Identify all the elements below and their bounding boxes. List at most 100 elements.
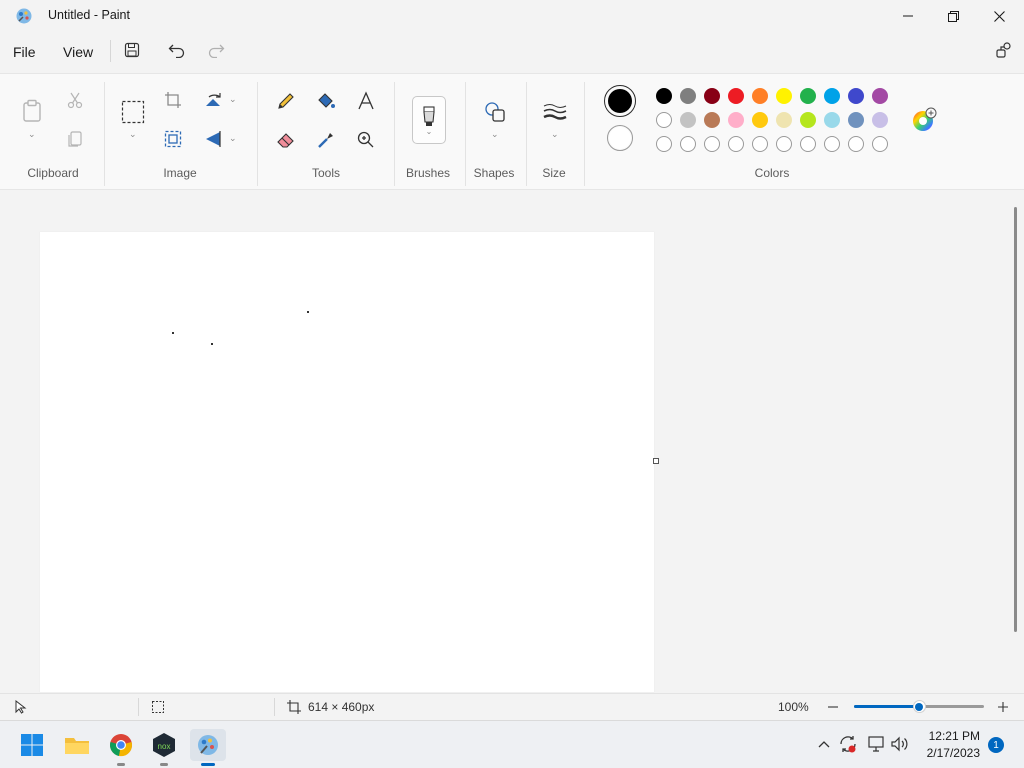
crop-icon[interactable]: [163, 90, 183, 110]
clock-time[interactable]: 12:21 PM: [920, 729, 980, 743]
sync-icon[interactable]: [838, 734, 858, 754]
edit-colors-icon[interactable]: [911, 107, 937, 133]
color-swatch[interactable]: [800, 88, 816, 104]
vertical-scrollbar[interactable]: [1014, 207, 1017, 632]
eraser-icon[interactable]: [275, 129, 297, 151]
color-swatch[interactable]: [656, 88, 672, 104]
resize-icon[interactable]: [163, 129, 183, 149]
view-menu[interactable]: View: [63, 44, 93, 60]
zoom-slider[interactable]: [854, 700, 984, 713]
color-swatch[interactable]: [728, 112, 744, 128]
rotate-icon[interactable]: [203, 90, 225, 110]
custom-color-slot[interactable]: [728, 136, 744, 152]
custom-color-slot[interactable]: [848, 136, 864, 152]
shapes-icon[interactable]: [483, 100, 507, 124]
share-button[interactable]: [994, 40, 1014, 60]
active-indicator: [201, 763, 215, 766]
color-swatch[interactable]: [872, 88, 888, 104]
secondary-color-button[interactable]: [607, 125, 633, 151]
flip-icon[interactable]: [203, 129, 225, 149]
window-title: Untitled - Paint: [48, 8, 130, 22]
custom-color-slot[interactable]: [872, 136, 888, 152]
canvas-resize-handle[interactable]: [653, 458, 659, 464]
maximize-button[interactable]: [930, 0, 976, 32]
running-indicator: [117, 763, 125, 766]
drawing-canvas[interactable]: [40, 232, 654, 692]
status-bar: 614 × 460px 100%: [0, 693, 1024, 720]
canvas-size-text: 614 × 460px: [308, 700, 375, 714]
line-size-icon[interactable]: [542, 101, 568, 123]
color-swatch[interactable]: [752, 112, 768, 128]
copy-icon[interactable]: [65, 129, 85, 149]
redo-icon: [208, 44, 225, 58]
fill-bucket-icon[interactable]: [315, 90, 337, 112]
ribbon-divider: [584, 82, 585, 186]
custom-color-slot[interactable]: [824, 136, 840, 152]
custom-color-slot[interactable]: [704, 136, 720, 152]
primary-color-button[interactable]: [604, 85, 636, 117]
color-swatch[interactable]: [776, 88, 792, 104]
color-swatch[interactable]: [656, 112, 672, 128]
undo-button[interactable]: [167, 40, 187, 60]
pointer-icon: [15, 699, 27, 717]
color-swatch[interactable]: [824, 88, 840, 104]
flip-dropdown-chevron-icon[interactable]: ⌄: [229, 133, 237, 144]
file-explorer-icon[interactable]: [59, 729, 95, 761]
chevron-up-icon[interactable]: [816, 735, 832, 753]
color-swatch[interactable]: [872, 112, 888, 128]
color-swatch[interactable]: [752, 88, 768, 104]
custom-color-slot[interactable]: [800, 136, 816, 152]
custom-color-slot[interactable]: [752, 136, 768, 152]
network-icon[interactable]: [866, 735, 886, 753]
magnifier-icon[interactable]: [355, 129, 377, 151]
color-swatch[interactable]: [848, 88, 864, 104]
color-swatch[interactable]: [680, 112, 696, 128]
zoom-in-button[interactable]: [996, 698, 1010, 716]
select-rectangle-icon[interactable]: [120, 99, 146, 125]
color-swatch[interactable]: [704, 88, 720, 104]
clock-date[interactable]: 2/17/2023: [916, 746, 980, 760]
save-icon: [124, 42, 140, 58]
title-bar: Untitled - Paint: [0, 0, 1024, 32]
notification-badge[interactable]: 1: [988, 737, 1004, 753]
zoom-level-text: 100%: [778, 700, 809, 714]
color-swatch[interactable]: [704, 112, 720, 128]
maximize-icon: [947, 10, 959, 22]
shapes-group-label: Shapes: [473, 166, 515, 180]
text-icon[interactable]: [355, 90, 377, 112]
custom-color-slot[interactable]: [776, 136, 792, 152]
custom-color-slot[interactable]: [656, 136, 672, 152]
paste-dropdown-chevron-icon[interactable]: ⌄: [28, 129, 36, 140]
color-swatch[interactable]: [680, 88, 696, 104]
select-dropdown-chevron-icon[interactable]: ⌄: [129, 129, 137, 140]
volume-icon[interactable]: [890, 735, 910, 753]
save-button[interactable]: [122, 40, 142, 60]
color-swatch[interactable]: [800, 112, 816, 128]
size-group-label: Size: [542, 166, 566, 180]
zoom-out-button[interactable]: [826, 698, 840, 716]
chrome-icon[interactable]: [103, 729, 139, 766]
custom-color-slot[interactable]: [680, 136, 696, 152]
color-swatch[interactable]: [776, 112, 792, 128]
status-divider: [138, 698, 139, 716]
redo-button[interactable]: [206, 40, 226, 60]
color-swatch[interactable]: [824, 112, 840, 128]
ribbon-divider: [104, 82, 105, 186]
paint-icon[interactable]: [190, 729, 226, 766]
pencil-icon[interactable]: [275, 90, 297, 112]
windows-start-icon[interactable]: [14, 729, 50, 761]
minimize-button[interactable]: [885, 0, 931, 32]
rotate-dropdown-chevron-icon[interactable]: ⌄: [229, 94, 237, 105]
color-picker-icon[interactable]: [315, 129, 337, 151]
close-button[interactable]: [976, 0, 1022, 32]
color-swatch[interactable]: [728, 88, 744, 104]
color-swatch[interactable]: [848, 112, 864, 128]
nox-player-icon[interactable]: nox: [146, 729, 182, 766]
zoom-slider-thumb[interactable]: [912, 700, 926, 713]
cut-icon[interactable]: [65, 90, 85, 110]
brush-icon[interactable]: ⌄: [412, 96, 446, 144]
size-dropdown-chevron-icon[interactable]: ⌄: [551, 129, 559, 140]
paste-icon[interactable]: [20, 99, 44, 123]
file-menu[interactable]: File: [13, 44, 36, 60]
shapes-dropdown-chevron-icon[interactable]: ⌄: [491, 129, 499, 140]
